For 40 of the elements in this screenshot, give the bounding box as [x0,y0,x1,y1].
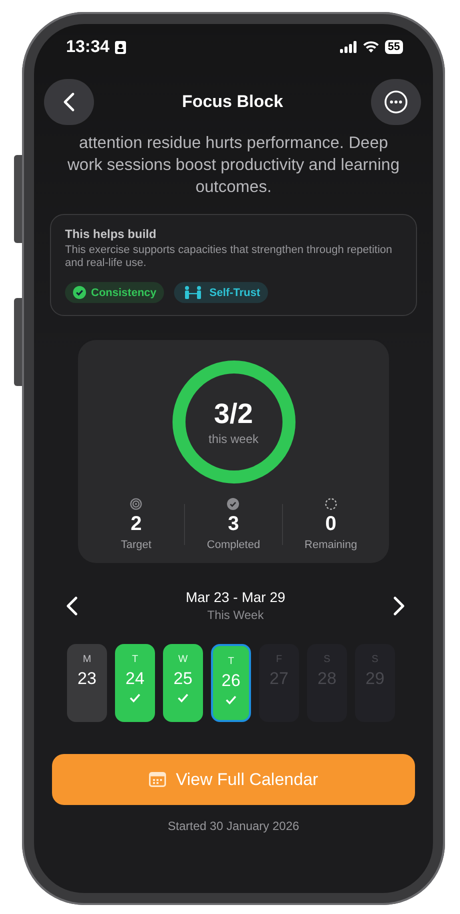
day-tile[interactable]: T 24 [115,644,155,722]
card-title: This helps build [65,227,158,241]
start-date-text: Started 30 January 2026 [166,819,300,833]
day-tile[interactable]: M 23 [67,644,107,722]
stat-value: 3 [228,513,240,536]
more-icon [384,90,408,114]
chevron-left-icon [63,92,75,112]
tag-chip: Consistency [65,282,164,303]
id-card-icon [115,40,126,54]
calendar-icon [148,772,166,787]
week-range: Mar 23 - Mar 29 [186,589,286,605]
check-circle-icon [227,498,240,510]
tag-chip: Self-Trust [174,282,268,303]
check-icon [177,693,189,703]
progress-caption: this week [208,432,259,446]
chevron-left-icon [66,596,78,616]
view-calendar-button[interactable]: View Full Calendar [52,754,415,805]
back-button[interactable] [44,79,94,125]
day-tile[interactable]: W 25 [163,644,203,722]
description-text: attention residue hurts performance. Deep work sessions boost productivity and learning outcomes. [66,133,400,198]
clock-time: 13:34 [66,37,110,57]
stat-value: 0 [325,513,336,536]
more-button[interactable] [371,79,421,125]
progress-value: 3/2 [214,398,253,430]
stat-label: Completed [206,539,260,551]
card-description: This exercise supports capacities that strengthen through repetition and real-life use. [65,244,394,270]
day-tile[interactable]: T 26 [211,644,251,722]
check-icon [129,693,141,703]
wifi-icon [362,41,379,53]
dashed-circle-icon [324,498,337,510]
battery-level: 55 [384,40,403,54]
stat-value: 2 [130,513,142,536]
signal-icon [340,41,357,53]
stat-label: Target [120,539,152,551]
target-icon [130,498,142,510]
week-caption: This Week [206,608,265,622]
stat-label: Remaining [304,539,358,551]
check-icon [225,695,237,705]
screen-title: Focus Block [182,92,284,112]
chevron-right-icon [393,596,405,616]
